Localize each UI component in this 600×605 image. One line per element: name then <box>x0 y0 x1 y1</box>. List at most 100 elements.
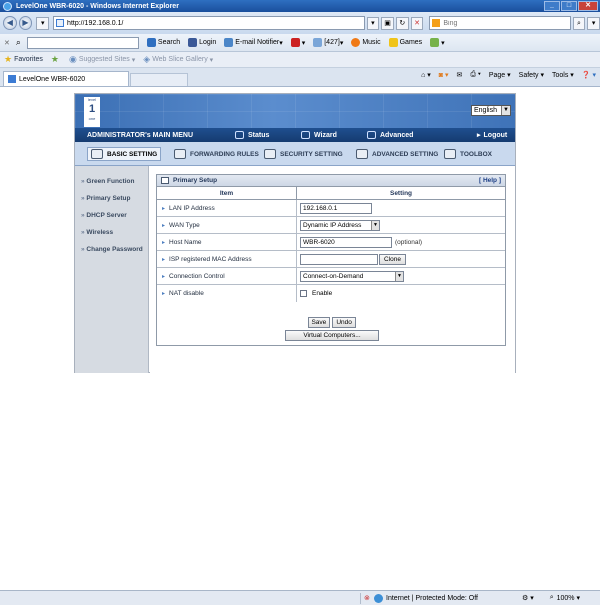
window-controls: _ □ ✕ <box>544 1 598 11</box>
help-icon[interactable]: ❓ ▾ <box>582 71 596 79</box>
host-name-label: Host Name <box>157 234 297 250</box>
toolbar-search-icon[interactable]: ⌕ <box>16 37 21 48</box>
chevron-down-icon: ▼ <box>501 106 510 115</box>
sidebar-item-wireless[interactable]: Wireless <box>81 229 113 236</box>
tab-favicon-icon <box>8 75 16 83</box>
status-link[interactable]: Status <box>235 131 269 139</box>
url-field[interactable] <box>53 16 365 30</box>
tab-security-setting[interactable]: SECURITY SETTING <box>261 147 346 161</box>
column-setting: Setting <box>389 190 413 197</box>
advanced-icon <box>367 131 376 139</box>
feeds-icon[interactable]: ◙ ▾ <box>439 71 449 79</box>
tab-advanced-setting[interactable]: ADVANCED SETTING <box>353 147 441 161</box>
bing-icon <box>432 19 441 27</box>
window-title: LevelOne WBR-6020 - Windows Internet Exp… <box>16 2 179 10</box>
minimize-button[interactable]: _ <box>544 1 560 11</box>
wizard-icon <box>301 131 310 139</box>
home-icon[interactable]: ⌂ ▾ <box>421 71 431 79</box>
weather-button[interactable]: [427] ▾ <box>313 38 343 47</box>
url-input[interactable] <box>67 19 358 27</box>
clone-button[interactable]: Clone <box>379 253 406 265</box>
logout-link[interactable]: ▸ Logout <box>477 131 507 140</box>
safety-menu[interactable]: Safety ▾ <box>519 71 544 79</box>
web-slice-gallery-link[interactable]: ◈ Web Slice Gallery ▾ <box>143 54 213 65</box>
toolbar-search-button[interactable]: Search <box>146 38 180 47</box>
tab-basic-setting[interactable]: BASIC SETTING <box>87 147 162 161</box>
connection-control-select[interactable]: Connect-on-Demand ▼ <box>300 270 404 282</box>
favorites-star-icon: ★ <box>4 54 13 64</box>
stop-icon[interactable]: ✕ <box>410 16 424 30</box>
connection-control-label: Connection Control <box>157 268 297 284</box>
wan-type-select[interactable]: Dynamic IP Address ▼ <box>300 219 380 231</box>
wizard-link[interactable]: Wizard <box>301 131 337 139</box>
search-go-icon[interactable]: ⌕ <box>572 16 586 30</box>
table-row: LAN IP Address 192.168.0.1 <box>157 200 505 217</box>
print-icon[interactable]: ⎙ ▾ <box>470 71 481 79</box>
tab-toolbox[interactable]: TOOLBOX <box>441 147 495 161</box>
sidebar-item-primary-setup[interactable]: Primary Setup <box>81 195 130 202</box>
browser-tab[interactable]: LevelOne WBR-6020 <box>3 71 129 86</box>
favorites-button[interactable]: ★ Favorites <box>4 54 43 65</box>
security-warning-icon: ⊗ <box>364 595 370 602</box>
addon-toolbar: ✕ ⌕ Search Login E-mail Notifier ▾ ▾ [42… <box>0 34 600 52</box>
globe-icon <box>374 593 383 603</box>
panel-title: Primary Setup <box>173 177 218 184</box>
forward-button[interactable]: ▶ <box>18 16 33 30</box>
mac-address-input[interactable] <box>300 253 378 265</box>
toolbox-icon <box>444 149 456 159</box>
command-bar: ⌂ ▾ ◙ ▾ ✉ ⎙ ▾ Page ▾ Safety ▾ Tools ▾ ❓ … <box>421 71 596 79</box>
url-dropdown-button[interactable]: ▾ <box>366 16 380 30</box>
music-button[interactable]: Music <box>351 38 381 47</box>
search-input[interactable] <box>443 19 564 27</box>
table-row: ISP registered MAC Address Clone <box>157 251 505 268</box>
sidebar-item-green-function[interactable]: Green Function <box>81 178 134 185</box>
close-window-button[interactable]: ✕ <box>578 1 598 11</box>
sidebar-item-change-password[interactable]: Change Password <box>81 246 142 253</box>
security-zone[interactable]: Internet | Protected Mode: Off <box>374 593 478 603</box>
help-link[interactable]: [ Help ] <box>479 177 501 184</box>
host-name-input[interactable]: WBR-6020 <box>300 236 392 248</box>
tools-menu[interactable]: Tools ▾ <box>552 71 574 79</box>
language-select[interactable]: English ▼ <box>471 105 511 116</box>
back-button[interactable]: ◀ <box>3 16 17 30</box>
zoom-level[interactable]: ⌕ 100% ▾ <box>550 594 580 602</box>
virtual-computers-button[interactable]: Virtual Computers... <box>285 330 379 341</box>
nat-enable-label: Enable <box>312 290 333 297</box>
sidebar-item-dhcp-server[interactable]: DHCP Server <box>81 212 126 219</box>
table-row: Connection Control Connect-on-Demand ▼ <box>157 268 505 285</box>
window-title-bar: LevelOne WBR-6020 - Windows Internet Exp… <box>0 0 600 12</box>
address-bar: ◀ ▶ ▾ ▾ ▣ ↻ ✕ ⌕ ▾ <box>0 12 600 34</box>
maximize-button[interactable]: □ <box>561 1 577 11</box>
advanced-setting-icon <box>356 149 368 159</box>
youtube-button[interactable]: ▾ <box>290 38 305 47</box>
ie-logo-icon <box>3 1 12 11</box>
toolbar-close-icon[interactable]: ✕ <box>4 39 10 47</box>
zone-settings-icon[interactable]: ⚙ ▾ <box>522 594 534 602</box>
read-mail-icon[interactable]: ✉ <box>456 71 462 79</box>
email-notifier-button[interactable]: E-mail Notifier ▾ <box>224 38 283 47</box>
new-tab-button[interactable] <box>130 73 188 86</box>
table-row: WAN Type Dynamic IP Address ▼ <box>157 217 505 234</box>
toolbar-search-input[interactable] <box>26 36 139 49</box>
games-star-icon <box>388 38 398 47</box>
page-menu[interactable]: Page ▾ <box>489 71 511 79</box>
logout-arrow-icon: ▸ <box>477 132 481 139</box>
facebook-login-button[interactable]: Login <box>188 38 216 47</box>
nat-enable-checkbox[interactable] <box>300 290 307 297</box>
toolbar-options-button[interactable]: ▾ <box>430 38 445 47</box>
games-button[interactable]: Games <box>388 38 422 47</box>
compatibility-view-icon[interactable]: ▣ <box>381 16 394 30</box>
refresh-icon[interactable]: ↻ <box>395 16 409 30</box>
panel-header: Primary Setup [ Help ] <box>157 175 505 187</box>
undo-button[interactable]: Undo <box>332 317 357 328</box>
advanced-link[interactable]: Advanced <box>367 131 413 139</box>
save-button[interactable]: Save <box>307 317 330 328</box>
tab-forwarding-rules[interactable]: FORWARDING RULES <box>171 147 262 161</box>
search-field[interactable] <box>429 16 571 30</box>
lan-ip-input[interactable]: 192.168.0.1 <box>300 202 372 214</box>
search-options-dropdown[interactable]: ▾ <box>587 16 600 30</box>
add-favorite-button[interactable]: ★ <box>51 54 61 65</box>
favorites-bar: ★ Favorites ★ ◉ Suggested Sites ▾ ◈ Web … <box>0 52 600 68</box>
suggested-sites-link[interactable]: ◉ Suggested Sites ▾ <box>69 54 135 65</box>
recent-pages-dropdown[interactable]: ▾ <box>36 16 50 30</box>
